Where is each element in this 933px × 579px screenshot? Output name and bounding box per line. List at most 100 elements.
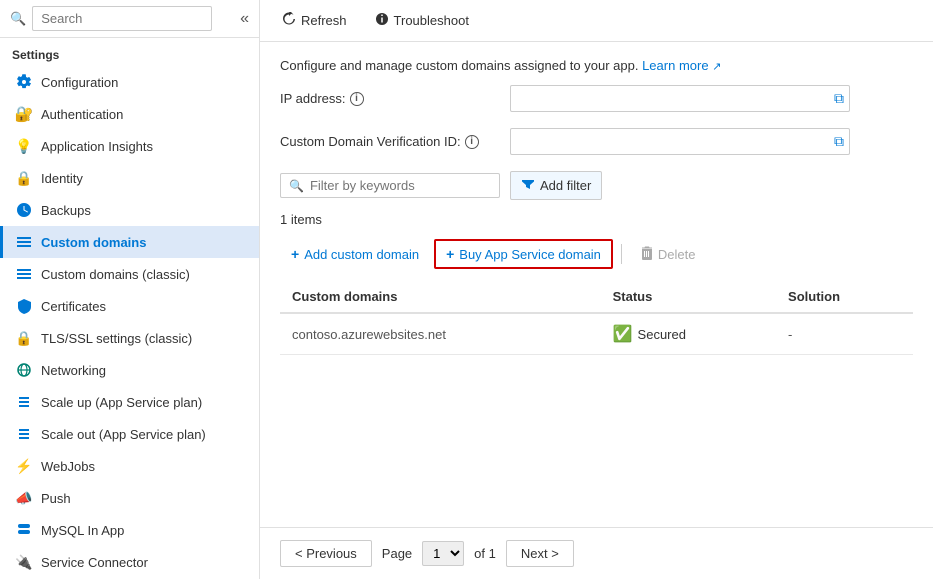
certificates-icon (15, 297, 33, 315)
sidebar-item-authentication[interactable]: 🔐 Authentication (0, 98, 259, 130)
ip-address-copy-button[interactable]: ⧉ (832, 88, 846, 109)
add-filter-label: Add filter (540, 178, 591, 193)
search-input[interactable] (32, 6, 212, 31)
buy-app-service-domain-plus-icon: + (446, 246, 454, 262)
add-filter-button[interactable]: Add filter (510, 171, 602, 200)
table-body: contoso.azurewebsites.net ✅ Secured - (280, 313, 913, 355)
add-custom-domain-button[interactable]: + Add custom domain (280, 240, 430, 268)
delete-icon (641, 246, 653, 263)
sidebar-item-configuration[interactable]: Configuration (0, 66, 259, 98)
content-area: Configure and manage custom domains assi… (260, 42, 933, 527)
sidebar-item-label: Service Connector (41, 555, 148, 570)
page-label: Page (382, 546, 412, 561)
sidebar-item-certificates[interactable]: Certificates (0, 290, 259, 322)
domain-name-cell: contoso.azurewebsites.net (280, 313, 601, 355)
action-separator (621, 244, 622, 264)
status-label: Secured (638, 327, 686, 342)
custom-domain-id-info-icon[interactable]: i (465, 135, 479, 149)
custom-domain-id-input[interactable] (510, 128, 850, 155)
sidebar-search-bar: 🔍 « (0, 0, 259, 38)
mysql-icon (15, 521, 33, 539)
authentication-icon: 🔐 (15, 105, 33, 123)
sidebar-item-label: Custom domains (classic) (41, 267, 190, 282)
troubleshoot-label: Troubleshoot (394, 13, 469, 28)
ip-address-info-icon[interactable]: i (350, 92, 364, 106)
sidebar-item-application-insights[interactable]: 💡 Application Insights (0, 130, 259, 162)
next-button[interactable]: Next > (506, 540, 574, 567)
collapse-button[interactable]: « (240, 10, 249, 28)
domains-table: Custom domains Status Solution contoso.a… (280, 281, 913, 355)
troubleshoot-icon (375, 12, 389, 29)
sidebar-item-mysql-in-app[interactable]: MySQL In App (0, 514, 259, 546)
sidebar-item-label: MySQL In App (41, 523, 124, 538)
filter-row: 🔍 Add filter (280, 171, 913, 200)
table-header: Custom domains Status Solution (280, 281, 913, 313)
custom-domain-id-label: Custom Domain Verification ID: i (280, 134, 500, 149)
sidebar-item-scale-up[interactable]: Scale up (App Service plan) (0, 386, 259, 418)
sidebar-item-label: Networking (41, 363, 106, 378)
backups-icon (15, 201, 33, 219)
application-insights-icon: 💡 (15, 137, 33, 155)
sidebar-item-scale-out[interactable]: Scale out (App Service plan) (0, 418, 259, 450)
sidebar-item-custom-domains[interactable]: Custom domains (0, 226, 259, 258)
refresh-button[interactable]: Refresh (276, 8, 353, 33)
scale-out-icon (15, 425, 33, 443)
sidebar-item-tls-ssl-settings[interactable]: 🔒 TLS/SSL settings (classic) (0, 322, 259, 354)
delete-button[interactable]: Delete (630, 240, 707, 269)
ip-address-input-wrap: ⧉ (510, 85, 850, 112)
external-link-icon: ↗ (712, 61, 721, 73)
sidebar-item-backups[interactable]: Backups (0, 194, 259, 226)
sidebar-item-label: Custom domains (41, 235, 146, 250)
table-row[interactable]: contoso.azurewebsites.net ✅ Secured - (280, 313, 913, 355)
custom-domains-icon (15, 233, 33, 251)
previous-button[interactable]: < Previous (280, 540, 372, 567)
sidebar-item-identity[interactable]: 🔒 Identity (0, 162, 259, 194)
networking-icon (15, 361, 33, 379)
filter-input-wrap[interactable]: 🔍 (280, 173, 500, 198)
col-custom-domains: Custom domains (280, 281, 601, 313)
sidebar-item-label: TLS/SSL settings (classic) (41, 331, 192, 346)
filter-input[interactable] (310, 178, 491, 193)
custom-domain-id-copy-button[interactable]: ⧉ (832, 131, 846, 152)
action-bar: + Add custom domain + Buy App Service do… (280, 239, 913, 269)
sidebar-item-label: Certificates (41, 299, 106, 314)
sidebar-item-push[interactable]: 📣 Push (0, 482, 259, 514)
status-secured: ✅ Secured (613, 324, 764, 344)
solution-cell: - (776, 313, 913, 355)
add-custom-domain-plus-icon: + (291, 246, 299, 262)
sidebar-item-label: Application Insights (41, 139, 153, 154)
status-cell: ✅ Secured (601, 313, 776, 355)
sidebar-item-label: Scale up (App Service plan) (41, 395, 202, 410)
sidebar-item-custom-domains-classic[interactable]: Custom domains (classic) (0, 258, 259, 290)
page-select[interactable]: 1 (422, 541, 464, 566)
col-solution: Solution (776, 281, 913, 313)
configuration-icon (15, 73, 33, 91)
service-connector-icon: 🔌 (15, 553, 33, 571)
sidebar-item-label: WebJobs (41, 459, 95, 474)
learn-more-link[interactable]: Learn more ↗ (642, 58, 721, 73)
refresh-icon (282, 12, 296, 29)
custom-domain-id-input-wrap: ⧉ (510, 128, 850, 155)
add-filter-icon (521, 177, 535, 194)
ip-address-row: IP address: i ⧉ (280, 85, 913, 112)
secured-icon: ✅ (613, 324, 633, 344)
items-count: 1 items (280, 212, 913, 227)
custom-domains-classic-icon (15, 265, 33, 283)
add-custom-domain-label: Add custom domain (304, 247, 419, 262)
ip-address-input[interactable] (510, 85, 850, 112)
push-icon: 📣 (15, 489, 33, 507)
col-status: Status (601, 281, 776, 313)
pagination: < Previous Page 1 of 1 Next > (260, 527, 933, 579)
sidebar-item-webjobs[interactable]: ⚡ WebJobs (0, 450, 259, 482)
sidebar-item-service-connector[interactable]: 🔌 Service Connector (0, 546, 259, 578)
custom-domain-id-row: Custom Domain Verification ID: i ⧉ (280, 128, 913, 155)
sidebar-item-label: Authentication (41, 107, 123, 122)
toolbar: Refresh Troubleshoot (260, 0, 933, 42)
filter-icon: 🔍 (289, 179, 304, 193)
sidebar-item-networking[interactable]: Networking (0, 354, 259, 386)
buy-app-service-domain-button[interactable]: + Buy App Service domain (434, 239, 613, 269)
sidebar-item-label: Identity (41, 171, 83, 186)
troubleshoot-button[interactable]: Troubleshoot (369, 8, 475, 33)
scale-up-icon (15, 393, 33, 411)
sidebar-item-label: Scale out (App Service plan) (41, 427, 206, 442)
